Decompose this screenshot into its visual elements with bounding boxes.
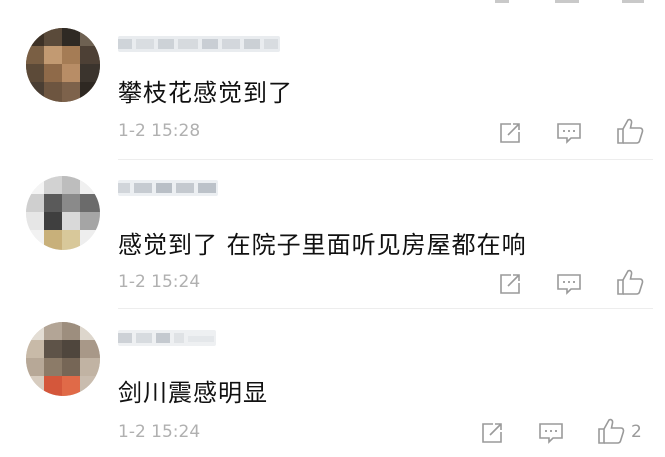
avatar[interactable] [26, 176, 100, 250]
like-count: 2 [631, 422, 642, 442]
comment-time: 1-2 15:28 [118, 121, 201, 141]
like-icon[interactable] [616, 268, 644, 296]
reply-icon[interactable] [538, 421, 564, 445]
reply-icon[interactable] [556, 121, 582, 145]
comment-item: 剑川震感明显 1-2 15:24 2 [0, 318, 665, 457]
username-blurred[interactable] [118, 36, 280, 52]
comment-time: 1-2 15:24 [118, 272, 201, 292]
avatar[interactable] [26, 28, 100, 102]
comment-text: 剑川震感明显 [118, 379, 268, 407]
username-blurred[interactable] [118, 330, 216, 346]
like-icon[interactable] [597, 417, 625, 445]
comment-item: 攀枝花感觉到了 1-2 15:28 [0, 0, 665, 160]
comment-item: 感觉到了 在院子里面听见房屋都在响 1-2 15:24 [0, 160, 665, 318]
comment-time: 1-2 15:24 [118, 422, 201, 442]
comment-text: 感觉到了 在院子里面听见房屋都在响 [118, 231, 527, 259]
comment-list: 攀枝花感觉到了 1-2 15:28 感觉到了 在院子里面听见房屋都在响 1-2 … [0, 0, 665, 457]
avatar[interactable] [26, 322, 100, 396]
share-icon[interactable] [498, 121, 522, 145]
divider [118, 308, 653, 309]
like-icon[interactable] [616, 117, 644, 145]
share-icon[interactable] [498, 272, 522, 296]
share-icon[interactable] [480, 421, 504, 445]
reply-icon[interactable] [556, 272, 582, 296]
comment-text: 攀枝花感觉到了 [118, 79, 293, 107]
username-blurred[interactable] [118, 180, 218, 196]
